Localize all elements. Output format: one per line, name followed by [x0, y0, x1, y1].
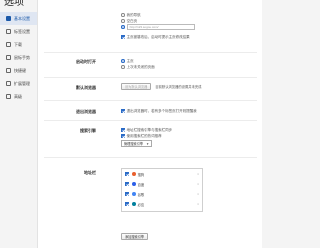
google-icon — [131, 192, 136, 196]
exit-browser-controls: 退出浏览器时，若有多个标签页打开则提醒我 — [121, 108, 197, 114]
sidebar-item-mouse-gestures[interactable]: 鼠标手势 — [0, 51, 37, 64]
list-item[interactable]: 必应 × — [122, 199, 202, 209]
close-icon[interactable]: × — [197, 182, 199, 186]
baidu-icon — [131, 182, 136, 186]
list-item[interactable]: 搜狗 × — [122, 169, 202, 179]
options-window: 选项 基本设置 标签设置 下载 鼠标手势 快捷键 扩展管理 高级 我的导航 空白… — [0, 0, 262, 248]
default-browser-status: 目前默认浏览器的设置并未完成 — [155, 85, 202, 89]
radio-button[interactable] — [121, 25, 125, 29]
checkbox[interactable] — [125, 192, 129, 196]
homepage-url-input[interactable]: http://123.sogou.com/ — [126, 24, 195, 30]
exit-browser-label: 退出浏览器 — [76, 109, 96, 114]
default-browser-label: 默认浏览器 — [76, 85, 96, 90]
set-default-browser-button[interactable]: 设为默认浏览器 — [121, 83, 152, 90]
radio-button[interactable] — [121, 65, 125, 69]
sidebar-item-advanced[interactable]: 高级 — [0, 90, 37, 103]
sidebar-item-shortcuts[interactable]: 快捷键 — [0, 64, 37, 77]
puzzle-icon — [6, 81, 11, 86]
divider — [44, 77, 257, 78]
startup-option-last-session[interactable]: 上次未关闭的页面 — [121, 64, 155, 70]
divider — [44, 52, 257, 53]
add-search-engine-row: 添加搜索引擎 — [121, 233, 149, 240]
list-item[interactable]: 百度 × — [122, 179, 202, 189]
bing-icon — [131, 202, 136, 206]
page-title: 选项 — [4, 0, 24, 8]
close-icon[interactable]: × — [197, 202, 199, 206]
radio-button[interactable] — [121, 59, 125, 63]
sidebar-item-basic-settings[interactable]: 基本设置 — [0, 12, 37, 25]
mouse-icon — [6, 55, 11, 60]
search-engine-label: 搜索引擎 — [80, 128, 96, 133]
checkbox[interactable] — [125, 202, 129, 206]
address-bar-label: 地址栏 — [84, 170, 96, 175]
radio-button[interactable] — [121, 19, 125, 23]
search-engine-controls: 地址栏搜索引擎与搜索栏同步 使用搜索栏的热词推荐 管理搜索引擎 ▼ — [121, 127, 172, 147]
checkbox[interactable] — [125, 172, 129, 176]
homepage-tamper-check[interactable]: 主页被篡改后，启动时提示主页修改结果 — [121, 34, 195, 40]
close-icon[interactable]: × — [197, 192, 199, 196]
sidebar-item-extensions[interactable]: 扩展管理 — [0, 77, 37, 90]
list-item[interactable]: 谷歌 × — [122, 189, 202, 199]
search-sync-check[interactable]: 地址栏搜索引擎与搜索栏同步 — [121, 127, 172, 133]
radio-button[interactable] — [121, 13, 125, 17]
sidebar-item-label: 扩展管理 — [14, 80, 30, 86]
homepage-option-custom[interactable]: http://123.sogou.com/ — [121, 24, 195, 30]
sidebar: 基本设置 标签设置 下载 鼠标手势 快捷键 扩展管理 高级 — [0, 12, 37, 103]
manage-search-engine-row: 管理搜索引擎 ▼ — [121, 140, 172, 147]
search-hotword-check[interactable]: 使用搜索栏的热词推荐 — [121, 133, 172, 139]
keyboard-icon — [6, 68, 11, 73]
checkbox[interactable] — [125, 182, 129, 186]
download-icon — [6, 42, 11, 47]
sidebar-item-label: 鼠标手势 — [14, 54, 30, 60]
sidebar-item-download[interactable]: 下载 — [0, 38, 37, 51]
startup-label: 启动时打开 — [76, 59, 96, 64]
divider — [44, 100, 257, 101]
sidebar-item-label: 下载 — [14, 41, 22, 47]
startup-options: 主页 上次未关闭的页面 — [121, 58, 155, 70]
more-icon — [6, 94, 11, 99]
sidebar-item-label: 快捷键 — [14, 67, 26, 73]
divider — [44, 120, 257, 121]
sidebar-item-label: 高级 — [14, 93, 22, 99]
address-bar-engine-list: 搜狗 × 百度 × 谷歌 × 必应 × — [121, 168, 203, 212]
sidebar-item-tab-settings[interactable]: 标签设置 — [0, 25, 37, 38]
checkbox[interactable] — [121, 109, 125, 113]
chevron-down-icon: ▼ — [146, 141, 150, 146]
gear-icon — [6, 16, 11, 21]
sidebar-item-label: 基本设置 — [14, 15, 30, 21]
divider — [44, 157, 257, 158]
add-search-engine-button[interactable]: 添加搜索引擎 — [121, 233, 149, 240]
checkbox[interactable] — [121, 35, 125, 39]
close-icon[interactable]: × — [197, 172, 199, 176]
exit-browser-warn-check[interactable]: 退出浏览器时，若有多个标签页打开则提醒我 — [121, 108, 197, 114]
checkbox[interactable] — [121, 134, 125, 138]
manage-search-engine-dropdown[interactable]: 管理搜索引擎 ▼ — [121, 140, 153, 147]
tab-icon — [6, 29, 11, 34]
settings-panel: 我的导航 空白页 http://123.sogou.com/ 主页被篡改后，启动… — [37, 0, 262, 248]
sidebar-item-label: 标签设置 — [14, 28, 30, 34]
homepage-options: 我的导航 空白页 http://123.sogou.com/ 主页被篡改后，启动… — [121, 12, 195, 40]
checkbox[interactable] — [121, 128, 125, 132]
sogou-icon — [131, 172, 136, 176]
default-browser-controls: 设为默认浏览器 目前默认浏览器的设置并未完成 — [121, 83, 201, 90]
